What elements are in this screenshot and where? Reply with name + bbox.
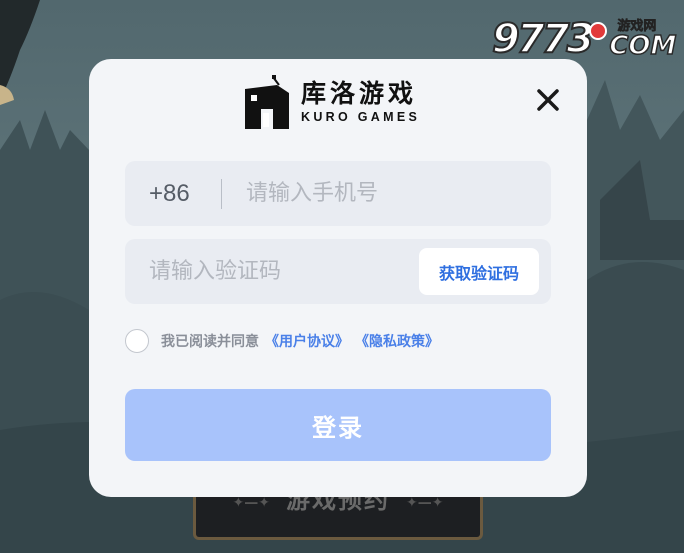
- logo-name-en: KURO GAMES: [301, 110, 421, 125]
- reserve-deco-left: ✦—✦: [232, 495, 270, 511]
- agreement-text: 我已阅读并同意: [161, 334, 259, 350]
- phone-field: +86: [125, 161, 551, 226]
- country-code-prefix[interactable]: +86: [125, 180, 221, 208]
- phone-input[interactable]: [222, 161, 542, 226]
- login-button[interactable]: 登录: [125, 389, 551, 461]
- privacy-policy-link[interactable]: 《隐私政策》: [355, 331, 439, 351]
- agreement-row: 我已阅读并同意 《用户协议》 《隐私政策》: [125, 329, 439, 353]
- watermark-site-en: COM: [609, 30, 678, 61]
- logo-text: 库洛游戏 KURO GAMES: [301, 80, 420, 125]
- watermark-site: 游戏网 COM: [609, 19, 678, 61]
- reserve-deco-right: ✦—✦: [406, 495, 444, 511]
- kuro-logo-mark-icon: [245, 75, 289, 129]
- user-agreement-link[interactable]: 《用户协议》: [265, 331, 349, 351]
- site-watermark-logo: 9773 游戏网 COM: [491, 14, 678, 64]
- close-button[interactable]: [534, 86, 562, 114]
- watermark-dot-icon: [589, 22, 608, 40]
- close-icon: [537, 89, 559, 111]
- watermark-number: 9773: [491, 15, 595, 63]
- get-code-button[interactable]: 获取验证码: [419, 248, 539, 295]
- verification-code-input[interactable]: [125, 239, 415, 304]
- kuro-games-logo: 库洛游戏 KURO GAMES: [243, 75, 420, 129]
- verification-code-field: 获取验证码: [125, 239, 551, 304]
- agreement-checkbox[interactable]: [125, 329, 149, 353]
- logo-name-cn: 库洛游戏: [301, 78, 418, 108]
- login-modal: 库洛游戏 KURO GAMES +86 获取验证码 我已阅读并同意 《用户协议》…: [89, 59, 587, 497]
